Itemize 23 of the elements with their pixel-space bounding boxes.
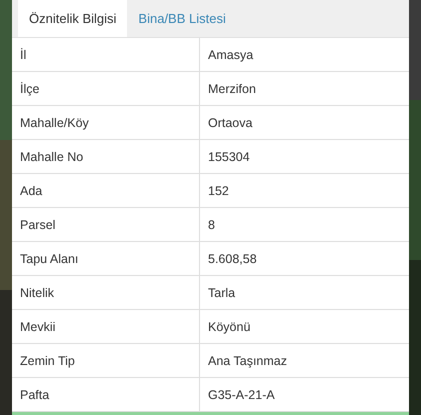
- table-cell-text: Merzifon: [207, 80, 257, 98]
- table-cell: Tapu Alanı: [12, 242, 200, 275]
- table-cell-text: Ortaova: [207, 114, 254, 132]
- tab[interactable]: Öznitelik Bilgisi: [18, 0, 128, 37]
- table-cell: Mahalle No: [12, 140, 200, 173]
- table-cell: Pafta: [12, 378, 200, 411]
- table-cell: Mevkii: [12, 310, 200, 343]
- table-cell-text: Ana Taşınmaz: [207, 352, 288, 370]
- table-cell: İlçe: [12, 72, 200, 105]
- table-cell-text: 155304: [207, 148, 251, 166]
- table-cell-text: 5.608,58: [207, 250, 258, 268]
- table-cell-text: G35-A-21-A: [207, 386, 276, 404]
- table-cell: Nitelik: [12, 276, 200, 309]
- table-cell-text: Köyönü: [207, 318, 252, 336]
- table-cell-text: Tarla: [207, 284, 236, 302]
- table-cell-text: Amasya: [207, 46, 254, 64]
- table-cell: Zemin Tip: [12, 344, 200, 377]
- table-cell: Mahalle/Köy: [12, 106, 200, 139]
- table-cell: Ada: [12, 174, 200, 207]
- table-cell: Parsel: [12, 208, 200, 241]
- table-cell-text: 8: [207, 216, 216, 234]
- table-cell: İl: [12, 38, 200, 71]
- table-cell-text: 152: [207, 182, 230, 200]
